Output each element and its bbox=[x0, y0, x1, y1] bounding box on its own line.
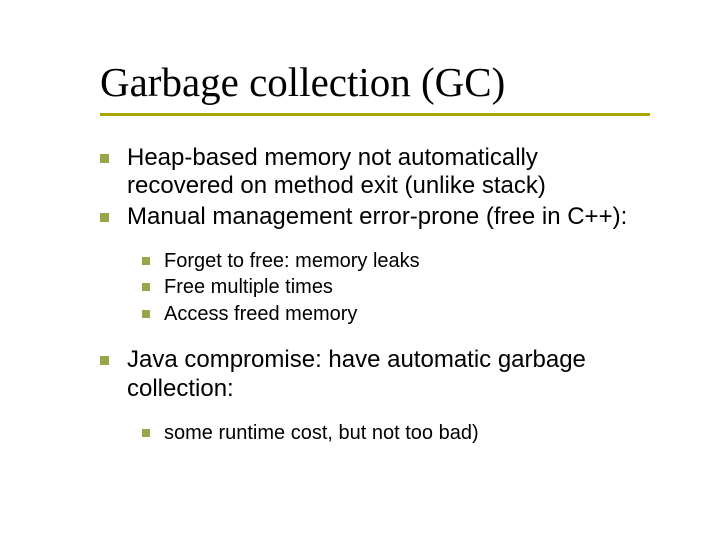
square-bullet-icon bbox=[100, 213, 109, 222]
list-item: Manual management error-prone (free in C… bbox=[100, 203, 650, 231]
slide-title: Garbage collection (GC) bbox=[100, 60, 650, 105]
title-block: Garbage collection (GC) bbox=[100, 60, 650, 116]
list-item: Heap-based memory not automatically reco… bbox=[100, 144, 650, 201]
bullet-text: Access freed memory bbox=[164, 302, 650, 326]
bullet-text: some runtime cost, but not too bad) bbox=[164, 421, 650, 445]
bullet-text: Forget to free: memory leaks bbox=[164, 249, 650, 273]
bullet-list-level1: Java compromise: have automatic garbage … bbox=[100, 346, 650, 403]
bullet-list-level2: some runtime cost, but not too bad) bbox=[142, 421, 650, 445]
bullet-list-level2: Forget to free: memory leaks Free multip… bbox=[142, 249, 650, 326]
bullet-text: Java compromise: have automatic garbage … bbox=[127, 346, 650, 403]
bullet-text: Manual management error-prone (free in C… bbox=[127, 203, 650, 231]
bullet-text: Heap-based memory not automatically reco… bbox=[127, 144, 650, 201]
square-bullet-icon bbox=[142, 283, 150, 291]
list-item: Free multiple times bbox=[142, 275, 650, 299]
bullet-list-level1: Heap-based memory not automatically reco… bbox=[100, 144, 650, 231]
square-bullet-icon bbox=[142, 429, 150, 437]
square-bullet-icon bbox=[100, 154, 109, 163]
square-bullet-icon bbox=[100, 356, 109, 365]
square-bullet-icon bbox=[142, 310, 150, 318]
list-item: some runtime cost, but not too bad) bbox=[142, 421, 650, 445]
square-bullet-icon bbox=[142, 257, 150, 265]
slide: Garbage collection (GC) Heap-based memor… bbox=[0, 0, 720, 540]
list-item: Java compromise: have automatic garbage … bbox=[100, 346, 650, 403]
list-item: Access freed memory bbox=[142, 302, 650, 326]
bullet-text: Free multiple times bbox=[164, 275, 650, 299]
title-underline bbox=[100, 113, 650, 116]
list-item: Forget to free: memory leaks bbox=[142, 249, 650, 273]
